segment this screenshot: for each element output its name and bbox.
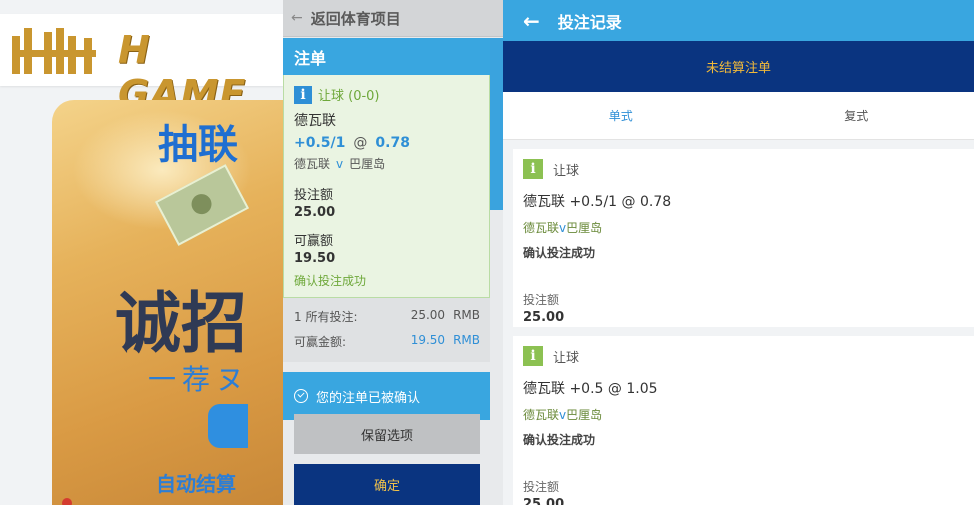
record-stake: 25.00 xyxy=(523,497,565,505)
summary-total-label: 所有投注: xyxy=(305,310,358,324)
confirmed-banner: 您的注单已被确认 xyxy=(283,372,490,420)
bet-slip-panel: ← 返回体育项目 注单 i 让球 (0-0) 德瓦联 +0.5/1 @ 0.78… xyxy=(283,0,503,505)
slip-match: 德瓦联 v 巴厘岛 xyxy=(294,155,479,172)
record-match: 德瓦联v巴厘岛 xyxy=(523,219,964,236)
slip-market-row: i 让球 (0-0) xyxy=(294,85,479,104)
slip-stake-label: 投注额 xyxy=(294,188,334,203)
slip-team: 德瓦联 xyxy=(294,113,336,129)
info-icon: i xyxy=(523,346,543,366)
summary-currency: RMB xyxy=(453,308,480,322)
back-to-sports-link[interactable]: ← 返回体育项目 xyxy=(283,0,503,37)
slip-body: 注单 i 让球 (0-0) 德瓦联 +0.5/1 @ 0.78 德瓦联 v 巴厘岛 … xyxy=(283,38,490,420)
info-icon: i xyxy=(523,159,543,179)
keep-selections-button[interactable]: 保留选项 xyxy=(294,414,480,454)
banner-text-2: 诚招 xyxy=(115,285,247,362)
slip-stake-value: 25.00 xyxy=(294,205,336,220)
record-stake-label: 投注额 xyxy=(523,480,560,494)
summary-win-label: 可赢金额: xyxy=(294,335,347,349)
confirm-button[interactable]: 确定 xyxy=(294,464,480,505)
slip-status: 确认投注成功 xyxy=(294,274,367,288)
slip-win-label: 可赢额 xyxy=(294,234,334,249)
bet-record-card[interactable]: i 让球 德瓦联 +0.5/1 @ 0.78 德瓦联v巴厘岛 确认投注成功 投注… xyxy=(513,149,974,327)
banner-text-4: 自动结算 xyxy=(156,472,236,496)
slip-bet-card: i 让球 (0-0) 德瓦联 +0.5/1 @ 0.78 德瓦联 v 巴厘岛 投注额… xyxy=(283,75,490,298)
record-home: 德瓦联 xyxy=(523,221,560,235)
record-status: 确认投注成功 xyxy=(523,433,596,447)
summary-win-currency: RMB xyxy=(453,333,480,347)
record-away: 巴厘岛 xyxy=(566,221,603,235)
bet-record-card[interactable]: i 让球 德瓦联 +0.5 @ 1.05 德瓦联v巴厘岛 确认投注成功 投注额 … xyxy=(513,336,974,505)
tab-single[interactable]: 单式 xyxy=(503,92,739,139)
record-status: 确认投注成功 xyxy=(523,246,596,260)
record-match: 德瓦联v巴厘岛 xyxy=(523,406,964,423)
slip-vs: v xyxy=(336,157,344,171)
bet-type-tabs: 单式 复式 xyxy=(503,92,974,140)
summary-win: 19.50 xyxy=(410,333,446,347)
banner-text-1: 抽联 xyxy=(158,122,238,168)
slip-scrollbar-thumb[interactable] xyxy=(490,38,503,210)
slip-away: 巴厘岛 xyxy=(349,157,386,171)
screen: H GAME 抽联 诚招 一荐ヌ 自动结算 ← 返回体育项目 注单 i 让球 (… xyxy=(0,0,974,505)
summary-win-row: 可赢金额: 19.50 RMB xyxy=(294,333,480,350)
banner-badge-icon xyxy=(62,498,72,505)
summary-count: 1 xyxy=(294,310,302,324)
bet-records-panel: ← 投注记录 未结算注单 单式 复式 i 让球 德瓦联 +0.5/1 @ 0.7… xyxy=(503,0,974,505)
slip-at: @ xyxy=(353,135,368,151)
back-arrow-icon: ← xyxy=(291,10,303,26)
records-header: ← 投注记录 xyxy=(503,0,974,41)
slip-scrollbar-track[interactable] xyxy=(490,210,503,505)
check-circle-icon xyxy=(294,389,308,403)
banner-button[interactable] xyxy=(208,404,248,448)
slip-title: 注单 xyxy=(283,38,490,75)
site-header: H GAME xyxy=(0,14,283,116)
spacer xyxy=(283,362,490,372)
record-selection: 德瓦联 +0.5 @ 1.05 xyxy=(523,381,658,397)
slip-odds-row: +0.5/1 @ 0.78 xyxy=(294,135,479,151)
record-market-row: i 让球 xyxy=(523,346,964,366)
back-label: 返回体育项目 xyxy=(310,9,401,28)
confirmed-text: 您的注单已被确认 xyxy=(316,390,421,406)
record-away: 巴厘岛 xyxy=(566,408,603,422)
summary-total: 25.00 xyxy=(410,308,446,322)
record-market: 让球 xyxy=(553,350,580,366)
record-market-row: i 让球 xyxy=(523,159,964,179)
records-title: 投注记录 xyxy=(557,12,622,32)
banner-text-3: 一荐ヌ xyxy=(148,363,251,396)
record-stake-label: 投注额 xyxy=(523,293,560,307)
back-arrow-icon[interactable]: ← xyxy=(523,9,540,33)
slip-handicap: +0.5/1 xyxy=(294,135,346,151)
slip-home: 德瓦联 xyxy=(294,157,331,171)
record-selection: 德瓦联 +0.5/1 @ 0.78 xyxy=(523,194,672,210)
tab-multi[interactable]: 复式 xyxy=(739,92,974,139)
record-market: 让球 xyxy=(553,163,580,179)
summary-total-row: 1 所有投注: 25.00 RMB xyxy=(294,308,480,325)
hh-logo-icon xyxy=(12,28,96,74)
slip-odds: 0.78 xyxy=(375,135,410,151)
slip-market: 让球 (0-0) xyxy=(318,89,380,104)
slip-win-value: 19.50 xyxy=(294,251,336,266)
record-home: 德瓦联 xyxy=(523,408,560,422)
unsettled-tab[interactable]: 未结算注单 xyxy=(503,41,974,92)
info-icon: i xyxy=(294,85,312,104)
record-stake: 25.00 xyxy=(523,310,565,325)
slip-summary: 1 所有投注: 25.00 RMB 可赢金额: 19.50 RMB xyxy=(283,298,490,362)
